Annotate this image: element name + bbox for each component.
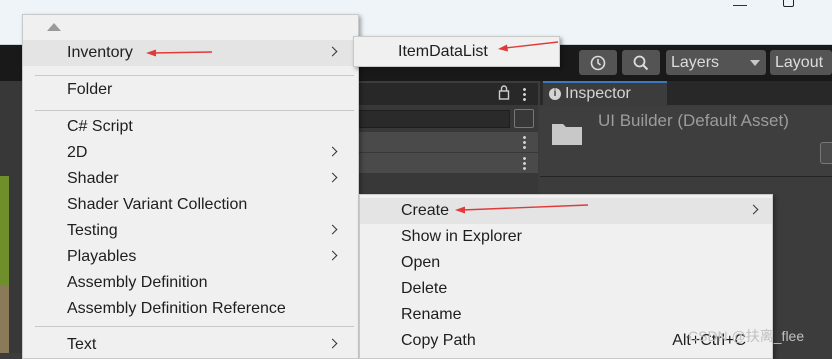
layout-label: Layout — [775, 54, 824, 71]
menu-item-label: Rename — [401, 306, 462, 323]
chevron-right-icon — [327, 224, 338, 235]
watermark-text: CSDN @扶离_flee — [688, 328, 805, 344]
menu-item-label: Text — [67, 336, 97, 353]
menu-item-label: Delete — [401, 280, 448, 297]
menu-item-rename[interactable]: Rename — [360, 302, 772, 328]
menu-item-create[interactable]: Create — [360, 198, 772, 224]
lock-icon[interactable] — [498, 85, 510, 105]
menu-item-label: Shader Variant Collection — [67, 196, 248, 213]
info-icon: i — [549, 87, 561, 100]
menu-divider — [35, 110, 354, 111]
scene-view-thumbnail-lower — [0, 286, 9, 353]
menu-item-assembly-definition[interactable]: Assembly Definition — [23, 270, 358, 296]
menu-item-show-in-explorer[interactable]: Show in Explorer — [360, 224, 772, 250]
menu-item-label: Assembly Definition Reference — [67, 300, 286, 317]
menu-item-text[interactable]: Text — [23, 332, 358, 358]
chevron-right-icon — [327, 250, 338, 261]
search-icon — [633, 55, 649, 71]
chevron-right-icon — [327, 46, 338, 57]
menu-item-inventory[interactable]: Inventory — [23, 40, 358, 66]
menu-item-playables[interactable]: Playables — [23, 244, 358, 270]
menu-divider — [35, 75, 354, 76]
search-filter-icon[interactable] — [514, 109, 534, 128]
open-asset-button[interactable] — [820, 142, 832, 164]
folder-icon — [552, 124, 582, 145]
menu-item-testing[interactable]: Testing — [23, 218, 358, 244]
menu-item-label: Playables — [67, 248, 137, 265]
chevron-right-icon — [748, 204, 759, 215]
menu-item-csharp-script[interactable]: C# Script — [23, 114, 358, 140]
menu-item-2d[interactable]: 2D — [23, 140, 358, 166]
history-icon — [590, 55, 606, 71]
menu-item-assembly-definition-reference[interactable]: Assembly Definition Reference — [23, 296, 358, 322]
layout-dropdown[interactable]: Layout — [770, 50, 832, 75]
tab-inspector[interactable]: i Inspector — [543, 81, 667, 106]
menu-item-label: Copy Path — [401, 332, 476, 349]
menu-item-shader-variant-collection[interactable]: Shader Variant Collection — [23, 192, 358, 218]
row-menu-icon[interactable] — [523, 135, 526, 149]
menu-item-label: Assembly Definition — [67, 274, 208, 291]
menu-item-itemdatalist[interactable]: ItemDataList — [354, 39, 559, 65]
restore-icon[interactable] — [783, 0, 794, 7]
chevron-right-icon — [327, 338, 338, 349]
row-menu-icon[interactable] — [523, 156, 526, 170]
menu-item-shader[interactable]: Shader — [23, 166, 358, 192]
menu-item-label: Shader — [67, 170, 119, 187]
menu-item-label: 2D — [67, 144, 88, 161]
scroll-up-icon[interactable] — [47, 23, 61, 31]
menu-item-delete[interactable]: Delete — [360, 276, 772, 302]
menu-divider — [35, 326, 354, 327]
create-submenu: Inventory Folder C# Script 2D Shader Sha… — [22, 14, 359, 359]
search-button[interactable] — [622, 50, 660, 75]
menu-item-label: Folder — [67, 81, 113, 98]
menu-item-label: Open — [401, 254, 441, 271]
menu-item-open[interactable]: Open — [360, 250, 772, 276]
history-button[interactable] — [579, 50, 617, 75]
menu-item-label: C# Script — [67, 118, 133, 135]
menu-item-label: Inventory — [67, 44, 133, 61]
chevron-right-icon — [327, 146, 338, 157]
menu-item-label: Testing — [67, 222, 118, 239]
project-search-input[interactable] — [358, 110, 510, 128]
minimize-icon[interactable]: — — [733, 0, 747, 12]
scene-view-thumbnail — [0, 176, 9, 286]
menu-item-label: Create — [401, 202, 450, 219]
project-row[interactable] — [358, 153, 538, 173]
menu-item-folder[interactable]: Folder — [23, 77, 358, 103]
project-panel-header — [358, 83, 538, 105]
asset-title: UI Builder (Default Asset) — [598, 111, 789, 130]
chevron-down-icon — [750, 60, 760, 66]
inventory-submenu: ItemDataList — [353, 36, 560, 67]
project-row[interactable] — [358, 132, 538, 152]
panel-menu-icon[interactable] — [523, 87, 526, 101]
layers-dropdown[interactable]: Layers — [666, 50, 766, 75]
chevron-right-icon — [327, 172, 338, 183]
menu-item-label: Show in Explorer — [401, 228, 522, 245]
menu-item-label: ItemDataList — [398, 43, 488, 60]
inspector-tab-label: Inspector — [565, 85, 631, 102]
layers-label: Layers — [671, 54, 720, 71]
